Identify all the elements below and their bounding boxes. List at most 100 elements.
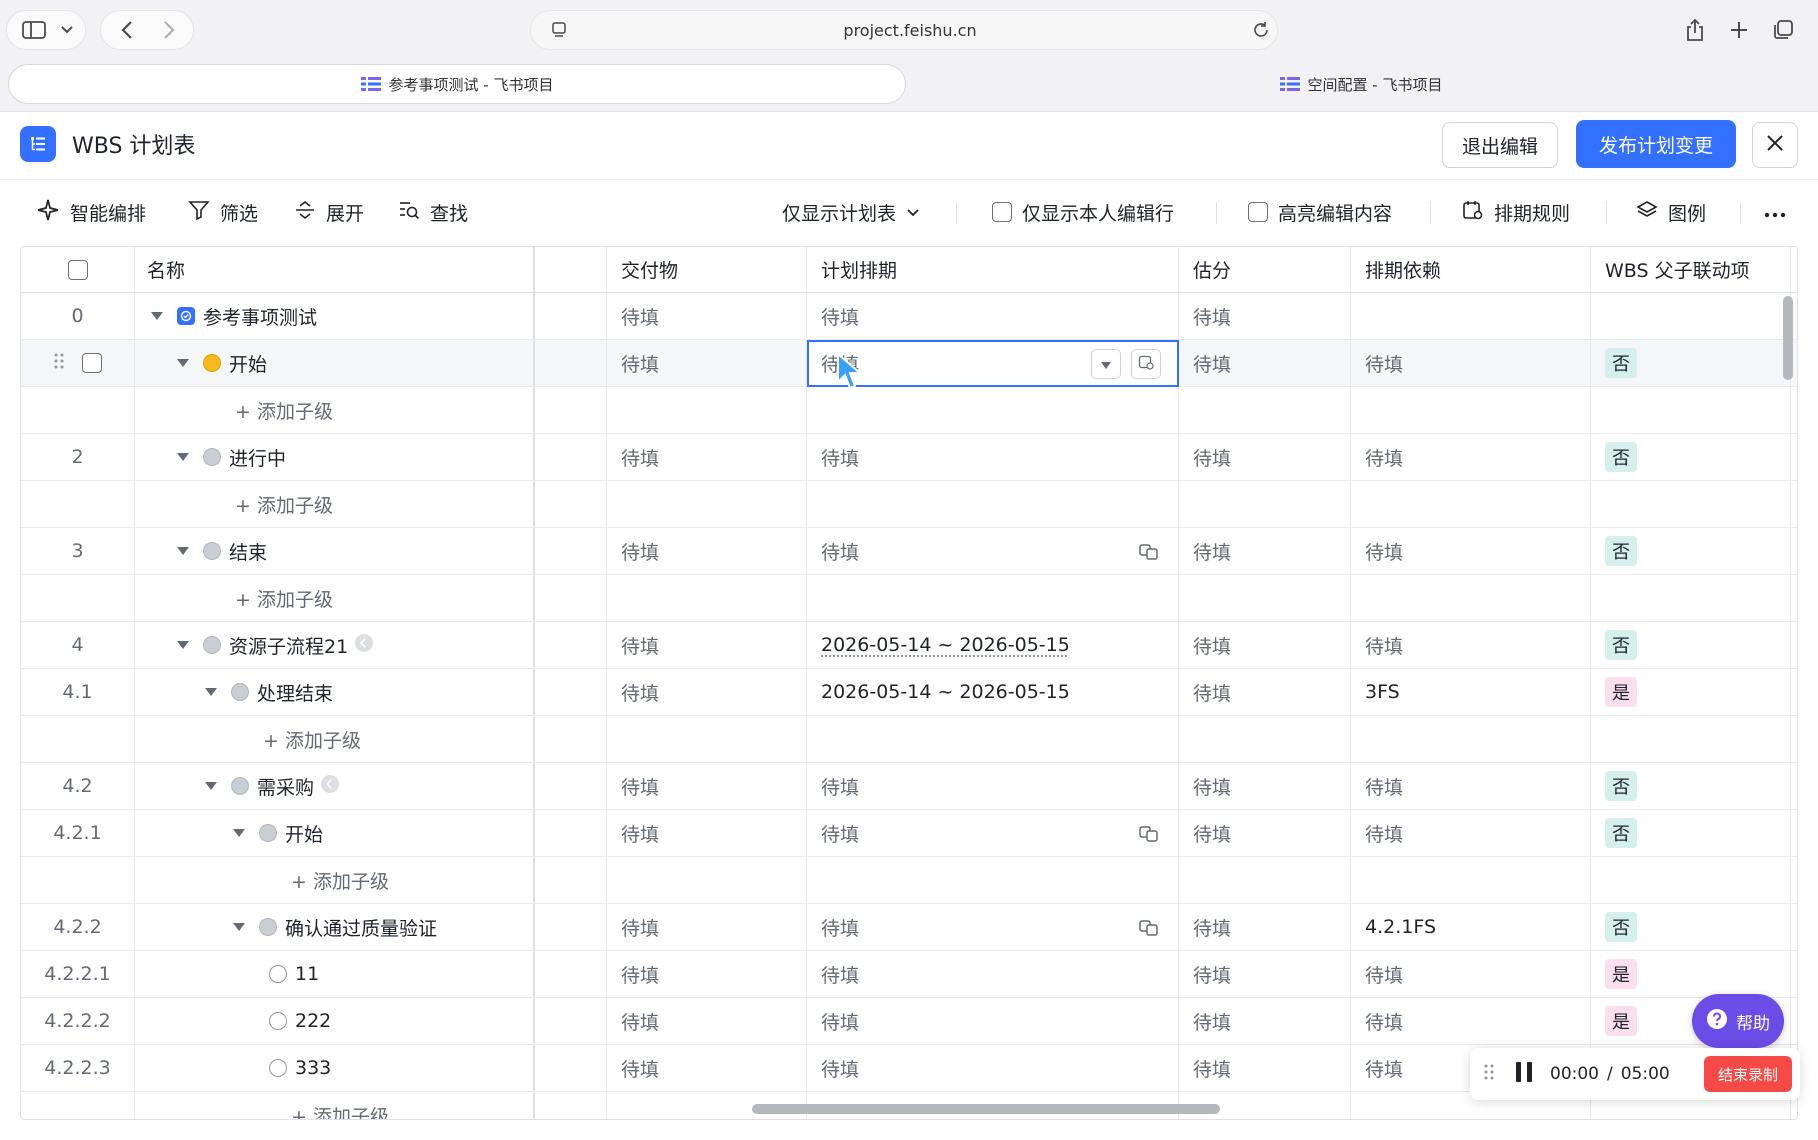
table-row[interactable]: 4.2.2.2 222 待填 待填 待填 待填 是 — [21, 998, 1797, 1045]
dependency-cell[interactable]: 待填 — [1351, 763, 1591, 809]
plan-cell[interactable]: 待填 — [807, 904, 1179, 950]
schedule-rules-button[interactable]: 排期规则 — [1462, 194, 1570, 230]
sidebar-icon[interactable] — [16, 10, 52, 50]
estimate-cell[interactable]: 待填 — [1179, 340, 1351, 386]
table-row[interactable]: 开始 待填 待填 待填 否 待填 — [21, 340, 1797, 387]
smart-arrange-button[interactable]: 智能编排 — [36, 194, 146, 230]
add-child-cell[interactable]: + 添加子级 — [135, 716, 535, 762]
estimate-cell[interactable]: 待填 — [1179, 1045, 1351, 1091]
add-child-button[interactable]: + 添加子级 — [235, 491, 333, 518]
add-child-button[interactable]: + 添加子级 — [291, 867, 389, 894]
wbs-link-cell[interactable]: 否 — [1591, 904, 1791, 950]
plan-cell[interactable]: 待填 — [807, 810, 1179, 856]
table-row[interactable]: 4.2 需采购 待填 待填 待填 待填 否 — [21, 763, 1797, 810]
add-child-button[interactable]: + 添加子级 — [235, 585, 333, 612]
deliverable-cell[interactable]: 待填 — [607, 434, 807, 480]
table-row[interactable]: 0 参考事项测试 待填 待填 待填 — [21, 293, 1797, 340]
deliverable-cell[interactable]: 待填 — [607, 763, 807, 809]
deliverable-cell[interactable]: 待填 — [607, 293, 807, 339]
row-name-cell[interactable]: 11 — [135, 951, 535, 997]
plan-cell[interactable]: 待填 — [807, 1045, 1179, 1091]
wbs-link-cell[interactable]: 否 — [1591, 340, 1791, 386]
plan-cell[interactable]: 待填 — [807, 951, 1179, 997]
caret-down-icon[interactable] — [205, 782, 217, 790]
close-button[interactable] — [1752, 122, 1798, 168]
estimate-cell[interactable]: 待填 — [1179, 763, 1351, 809]
row-name-cell[interactable]: 确认通过质量验证 — [135, 904, 535, 950]
back-link-icon[interactable] — [354, 633, 374, 658]
deliverable-cell[interactable]: 待填 — [607, 998, 807, 1044]
more-button[interactable] — [1764, 194, 1786, 230]
estimate-cell[interactable]: 待填 — [1179, 293, 1351, 339]
new-tab-icon[interactable] — [1722, 10, 1756, 50]
table-row[interactable]: 3 结束 待填 待填 待填 待填 否 — [21, 528, 1797, 575]
reload-icon[interactable] — [1248, 10, 1274, 50]
dependency-cell[interactable]: 待填 — [1351, 810, 1591, 856]
exit-edit-button[interactable]: 退出编辑 — [1442, 122, 1558, 168]
deliverable-cell[interactable]: 待填 — [607, 810, 807, 856]
add-child-button[interactable]: + 添加子级 — [291, 1102, 389, 1120]
highlight-edits-checkbox[interactable]: 高亮编辑内容 — [1248, 194, 1392, 230]
caret-down-icon[interactable] — [177, 547, 189, 555]
row-index-cell[interactable] — [21, 340, 135, 386]
estimate-cell[interactable]: 待填 — [1179, 998, 1351, 1044]
help-button[interactable]: 帮助 — [1692, 994, 1784, 1048]
share-icon[interactable] — [1678, 10, 1712, 50]
column-header-dependency[interactable]: 排期依赖 — [1351, 247, 1591, 292]
plan-cell[interactable]: 待填 — [807, 434, 1179, 480]
chevron-down-icon[interactable] — [54, 10, 80, 50]
caret-down-icon[interactable] — [177, 641, 189, 649]
row-checkbox[interactable] — [81, 353, 102, 373]
estimate-cell[interactable]: 待填 — [1179, 528, 1351, 574]
estimate-cell[interactable]: 待填 — [1179, 810, 1351, 856]
select-all-cell[interactable] — [21, 247, 135, 292]
row-name-cell[interactable]: 进行中 — [135, 434, 535, 480]
dependency-cell[interactable]: 待填 — [1351, 434, 1591, 480]
wbs-link-cell[interactable]: 否 — [1591, 810, 1791, 856]
table-row[interactable]: 4.2.2.1 11 待填 待填 待填 待填 是 — [21, 951, 1797, 998]
dependency-cell[interactable]: 4.2.1FS — [1351, 904, 1591, 950]
end-recording-button[interactable]: 结束录制 — [1704, 1056, 1792, 1092]
column-header-wbs-link[interactable]: WBS 父子联动项 — [1591, 247, 1791, 292]
view-select[interactable]: 仅显示计划表 — [782, 194, 920, 230]
column-header-deliverable[interactable]: 交付物 — [607, 247, 807, 292]
drag-handle-icon[interactable] — [54, 352, 64, 374]
estimate-cell[interactable]: 待填 — [1179, 951, 1351, 997]
forward-icon[interactable] — [152, 10, 186, 50]
estimate-cell[interactable]: 待填 — [1179, 434, 1351, 480]
add-child-cell[interactable]: + 添加子级 — [135, 857, 535, 903]
deliverable-cell[interactable]: 待填 — [607, 904, 807, 950]
plan-cell[interactable]: 待填 — [807, 998, 1179, 1044]
row-name-cell[interactable]: 处理结束 — [135, 669, 535, 715]
column-header-estimate[interactable]: 估分 — [1179, 247, 1351, 292]
caret-down-icon[interactable] — [233, 829, 245, 837]
wbs-link-cell[interactable] — [1591, 293, 1791, 339]
row-name-cell[interactable]: 结束 — [135, 528, 535, 574]
add-child-cell[interactable]: + 添加子级 — [135, 575, 535, 621]
copy-link-icon[interactable] — [1138, 822, 1160, 844]
column-header-next[interactable]: 基 — [1791, 247, 1797, 292]
find-button[interactable]: 查找 — [398, 194, 468, 230]
deliverable-cell[interactable]: 待填 — [607, 669, 807, 715]
add-child-button[interactable]: + 添加子级 — [235, 397, 333, 424]
table-row[interactable]: 4.1 处理结束 待填 2026-05-14 ~ 2026-05-15 待填 3… — [21, 669, 1797, 716]
dependency-cell[interactable]: 待填 — [1351, 622, 1591, 668]
table-row[interactable]: 4.2.1 开始 待填 待填 待填 待填 否 — [21, 810, 1797, 857]
only-mine-checkbox[interactable]: 仅显示本人编辑行 — [992, 194, 1174, 230]
dependency-cell[interactable] — [1351, 293, 1591, 339]
add-child-cell[interactable]: + 添加子级 — [135, 1092, 535, 1120]
plan-calendar-button[interactable] — [1131, 349, 1161, 379]
plan-cell[interactable]: 待填 — [807, 528, 1179, 574]
row-name-cell[interactable]: 开始 — [135, 340, 535, 386]
wbs-link-cell[interactable]: 否 — [1591, 763, 1791, 809]
plan-cell-editing[interactable]: 待填 — [807, 340, 1179, 387]
expand-button[interactable]: 展开 — [294, 194, 364, 230]
dependency-cell[interactable]: 待填 — [1351, 528, 1591, 574]
back-icon[interactable] — [110, 10, 144, 50]
caret-down-icon[interactable] — [151, 312, 163, 320]
add-child-cell[interactable]: + 添加子级 — [135, 481, 535, 527]
row-name-cell[interactable]: 需采购 — [135, 763, 535, 809]
url-text[interactable]: project.feishu.cn — [540, 10, 1280, 50]
deliverable-cell[interactable]: 待填 — [607, 622, 807, 668]
tab-overview-icon[interactable] — [1766, 10, 1800, 50]
